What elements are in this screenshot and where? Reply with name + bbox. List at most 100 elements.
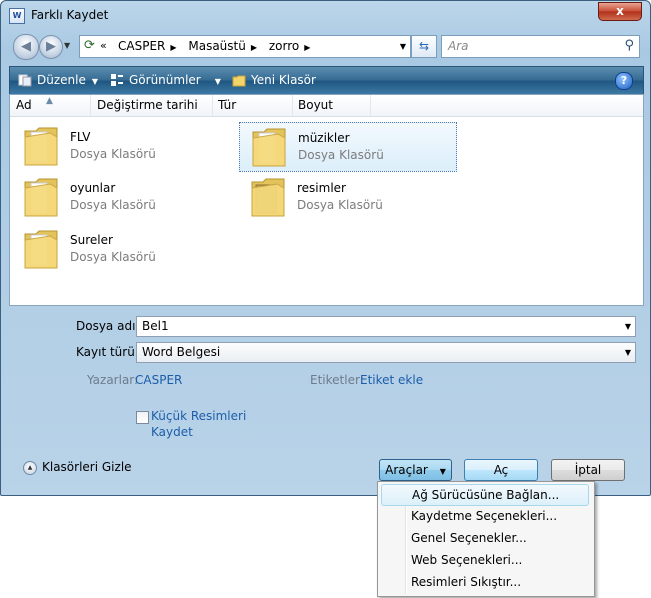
filename-value: Bel1 — [142, 319, 169, 333]
organize-label: Düzenle — [37, 73, 86, 87]
menu-item-save-options[interactable]: Kaydetme Seçenekleri... — [381, 506, 589, 526]
tags-value[interactable]: Etiket ekle — [360, 373, 423, 387]
thumbnail-label-line2: Kaydet — [151, 425, 193, 439]
tools-button[interactable]: Araçlar ▼ — [379, 459, 452, 481]
menu-item-label: Genel Seçenekler... — [411, 531, 527, 545]
word-document-icon: W — [9, 8, 25, 24]
search-input[interactable]: Ara ⚲ — [441, 35, 640, 58]
chevron-down-icon: ▼ — [439, 467, 446, 476]
list-item[interactable]: Sureler Dosya Klasörü — [12, 225, 228, 273]
views-button[interactable]: Görünümler ▼ — [110, 73, 221, 87]
save-thumbnail-checkbox[interactable] — [136, 411, 149, 424]
menu-item-compress-pictures[interactable]: Resimleri Sıkıştır... — [381, 572, 589, 592]
chevron-down-icon[interactable]: ▼ — [400, 42, 406, 51]
title-bar[interactable]: W Farklı Kaydet x — [1, 1, 650, 29]
item-name: FLV — [70, 130, 91, 144]
address-overflow[interactable]: « — [100, 39, 107, 52]
breadcrumb: CASPER ▶ Masaüstü ▶ zorro ▶ — [118, 39, 318, 53]
chevron-right-icon[interactable]: ▶ — [170, 43, 176, 52]
address-bar[interactable]: ⟳ « CASPER ▶ Masaüstü ▶ zorro ▶ ▼ — [79, 35, 411, 58]
collapse-up-icon[interactable]: ▲ — [23, 461, 37, 475]
filetype-select[interactable]: Word Belgesi ▼ — [136, 342, 636, 363]
new-folder-button[interactable]: Yeni Klasör — [232, 73, 316, 87]
close-button[interactable]: x — [598, 2, 642, 21]
folder-icon — [24, 127, 58, 166]
chevron-down-icon[interactable]: ▼ — [625, 322, 631, 331]
folder-icon — [252, 128, 286, 167]
menu-item-label: Kaydetme Seçenekleri... — [411, 509, 558, 523]
item-name: Sureler — [70, 233, 113, 247]
item-type: Dosya Klasörü — [70, 147, 156, 161]
list-item[interactable]: resimler Dosya Klasörü — [239, 173, 455, 221]
search-icon[interactable]: ⚲ — [624, 38, 634, 53]
chevron-down-icon: ▼ — [624, 348, 631, 357]
sort-ascending-icon: ▲ — [46, 96, 53, 106]
breadcrumb-zorro[interactable]: zorro — [269, 39, 299, 53]
command-toolbar: Düzenle ▼ Görünümler ▼ Yeni Klasör ? — [9, 66, 644, 95]
hide-folders-button[interactable]: Klasörleri Gizle — [42, 460, 132, 474]
authors-label: Yazarlar: — [87, 373, 139, 387]
views-icon — [111, 74, 123, 86]
column-size[interactable]: Boyut — [292, 95, 371, 116]
filename-label: Dosya adı: — [76, 319, 140, 333]
chevron-down-icon: ▼ — [91, 77, 99, 86]
window-title: Farklı Kaydet — [31, 8, 109, 22]
organize-button[interactable]: Düzenle ▼ — [18, 73, 98, 87]
list-item[interactable]: FLV Dosya Klasörü — [12, 122, 228, 170]
arrow-right-icon: ▶ — [46, 39, 56, 54]
menu-item-web-options[interactable]: Web Seçenekleri... — [381, 550, 589, 570]
column-name-label: Ad — [16, 98, 32, 112]
filetype-label: Kayıt türü: — [76, 345, 139, 359]
tags-label: Etiketler: — [310, 373, 364, 387]
refresh-icon: ⇆ — [418, 39, 430, 53]
breadcrumb-desktop[interactable]: Masaüstü — [188, 39, 245, 53]
authors-value[interactable]: CASPER — [135, 373, 182, 387]
file-list: Ad ▲ Değiştirme tarihi Tür Boyut FLV Dos… — [9, 94, 644, 306]
recent-locations-dropdown[interactable]: ▼ — [64, 41, 70, 50]
menu-item-label: Ağ Sürücüsüne Bağlan... — [412, 488, 560, 502]
chevron-down-icon: ▼ — [214, 77, 221, 86]
menu-item-label: Resimleri Sıkıştır... — [411, 575, 522, 589]
item-type: Dosya Klasörü — [297, 198, 383, 212]
cancel-button[interactable]: İptal — [551, 459, 625, 481]
new-folder-icon — [232, 75, 246, 87]
help-icon[interactable]: ? — [615, 72, 633, 90]
breadcrumb-casper[interactable]: CASPER — [118, 39, 165, 53]
item-type: Dosya Klasörü — [70, 250, 156, 264]
location-icon: ⟳ — [84, 38, 95, 53]
filetype-value: Word Belgesi — [142, 345, 221, 359]
save-thumbnail-label[interactable]: Küçük Resimleri Kaydet — [151, 408, 261, 440]
menu-item-general-options[interactable]: Genel Seçenekler... — [381, 528, 589, 548]
thumbnail-label-line1: Küçük Resimleri — [151, 409, 247, 423]
refresh-button[interactable]: ⇆ — [411, 35, 437, 58]
list-item[interactable]: oyunlar Dosya Klasörü — [12, 173, 228, 221]
folder-icon — [24, 178, 58, 217]
menu-item-map-network-drive[interactable]: Ağ Sürücüsüne Bağlan... — [381, 484, 589, 506]
folder-icon — [24, 230, 58, 269]
forward-button[interactable]: ▶ — [39, 35, 63, 59]
item-type: Dosya Klasörü — [70, 198, 156, 212]
search-placeholder: Ara — [448, 39, 469, 53]
item-name: oyunlar — [70, 181, 116, 195]
column-date-modified[interactable]: Değiştirme tarihi — [91, 95, 213, 116]
tools-label: Araçlar — [385, 463, 428, 477]
filename-field[interactable]: Bel1 ▼ — [136, 316, 636, 337]
organize-icon — [18, 74, 32, 87]
chevron-right-icon[interactable]: ▶ — [304, 43, 310, 52]
chevron-right-icon[interactable]: ▶ — [251, 43, 257, 52]
column-header-row: Ad ▲ Değiştirme tarihi Tür Boyut — [10, 95, 643, 117]
open-button[interactable]: Aç — [464, 459, 538, 481]
save-as-dialog: W Farklı Kaydet x ◀ ▶ ▼ ⟳ « CASPER ▶ Masa… — [0, 0, 651, 496]
tools-menu: Ağ Sürücüsüne Bağlan... Kaydetme Seçenek… — [377, 481, 595, 597]
list-item[interactable]: müzikler Dosya Klasörü — [239, 122, 457, 172]
column-type[interactable]: Tür — [212, 95, 293, 116]
item-type: Dosya Klasörü — [298, 148, 384, 162]
views-label: Görünümler — [129, 73, 201, 87]
menu-item-label: Web Seçenekleri... — [411, 553, 523, 567]
folder-icon — [251, 178, 285, 217]
arrow-left-icon: ◀ — [21, 39, 31, 54]
new-folder-label: Yeni Klasör — [251, 73, 316, 87]
back-button[interactable]: ◀ — [13, 34, 39, 60]
column-name[interactable]: Ad ▲ — [10, 95, 91, 116]
item-name: resimler — [297, 181, 346, 195]
